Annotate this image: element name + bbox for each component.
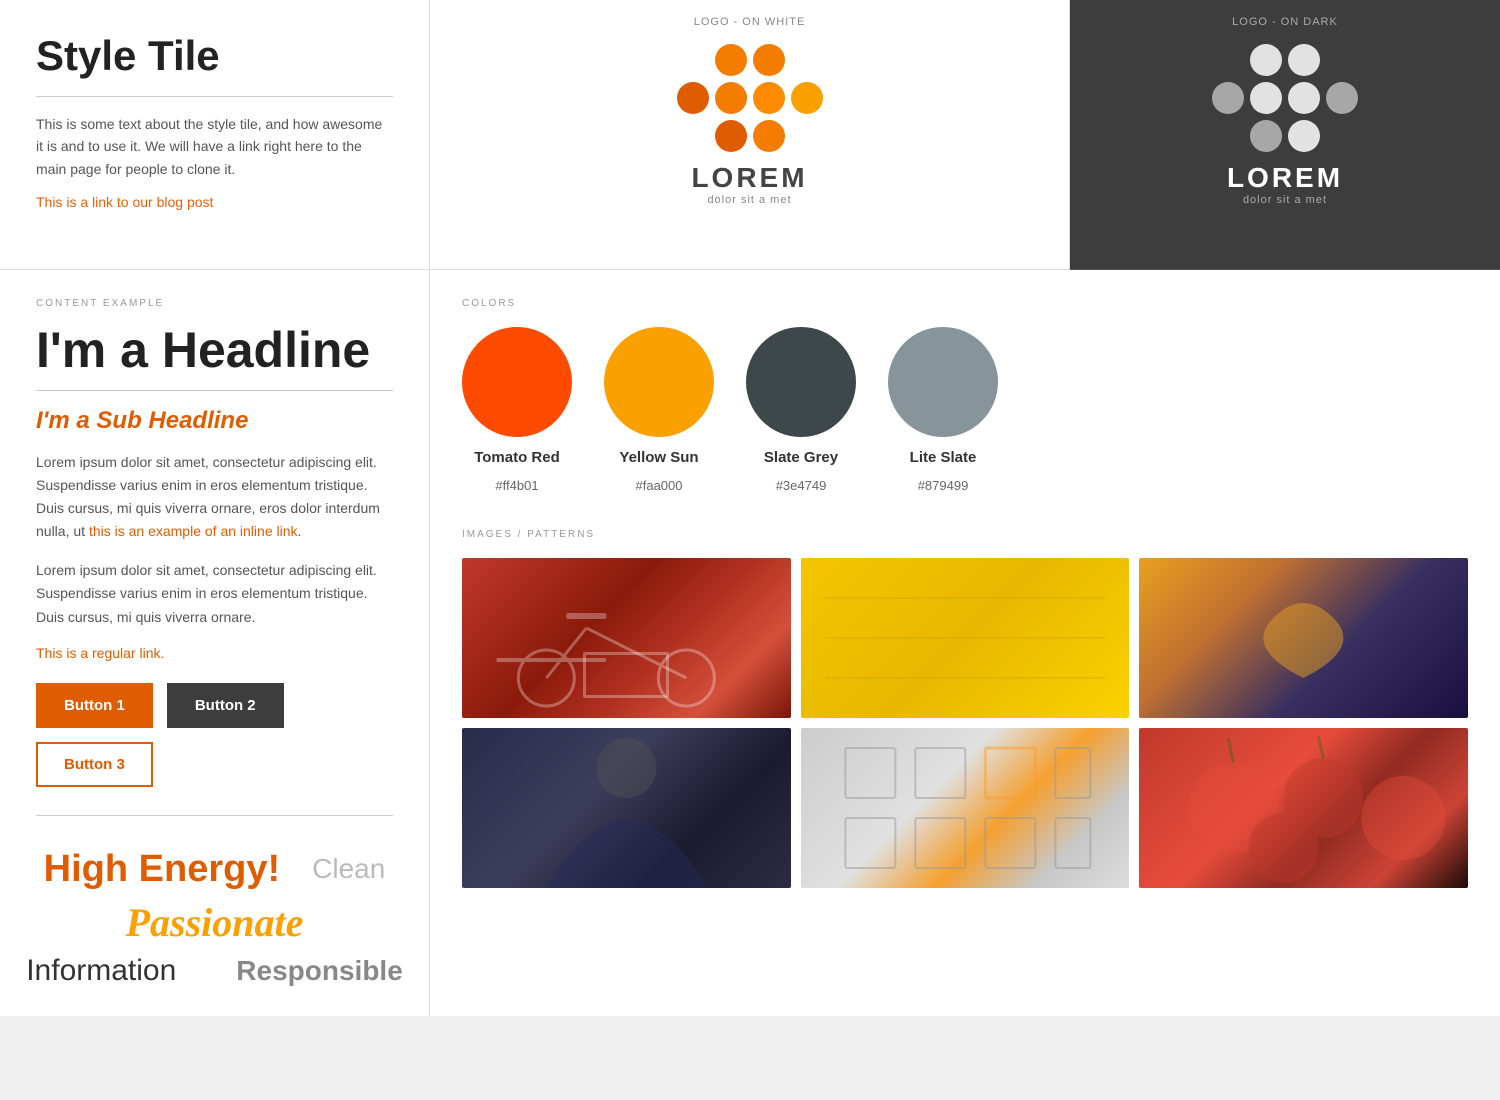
dot [1288,82,1320,114]
page-title: Style Tile [36,32,393,80]
dot [715,82,747,114]
color-name-yellow: Yellow Sun [619,449,698,466]
color-name-lite-slate: Lite Slate [910,449,977,466]
logo-text-white: LOREM dolor sit a met [691,162,807,206]
headline-divider [36,390,393,391]
dot [1288,120,1320,152]
logo-dots-dark [1212,44,1358,152]
colors-section: COLORS Tomato Red #ff4b01 Yellow Sun #fa… [462,298,1468,493]
dot [1212,120,1244,152]
dot [791,120,823,152]
color-name-tomato: Tomato Red [474,449,560,466]
body-text-1: Lorem ipsum dolor sit amet, consectetur … [36,451,393,543]
color-hex-tomato: #ff4b01 [495,478,538,493]
image-red-bike [462,558,791,718]
dot [1250,120,1282,152]
logo-subtext-dark: dolor sit a met [1227,194,1343,206]
dot [677,44,709,76]
color-item-tomato: Tomato Red #ff4b01 [462,327,572,493]
regular-link[interactable]: This is a regular link. [36,645,393,661]
logo-dark-area: LOREM dolor sit a met [1212,44,1358,206]
color-hex-lite-slate: #879499 [918,478,969,493]
logo-dots-white [677,44,823,152]
color-hex-yellow: #faa000 [636,478,683,493]
word-responsible: Responsible [236,955,402,987]
dot [1250,44,1282,76]
image-heart-hands [1139,558,1468,718]
dot [1326,120,1358,152]
color-name-slate: Slate Grey [764,449,838,466]
dot [1212,44,1244,76]
inline-link[interactable]: this is an example of an inline link [89,523,298,539]
blog-link[interactable]: This is a link to our blog post [36,194,213,210]
button-2[interactable]: Button 2 [167,683,284,728]
color-item-slate: Slate Grey #3e4749 [746,327,856,493]
color-hex-slate: #3e4749 [776,478,827,493]
logo-name-dark: LOREM [1227,162,1343,194]
dot [677,120,709,152]
button-1[interactable]: Button 1 [36,683,153,728]
content-section-label: CONTENT EXAMPLE [36,298,393,309]
dot [1326,82,1358,114]
dot [1212,82,1244,114]
dot [715,120,747,152]
words-section: High Energy! Clean Passionate Informatio… [36,838,393,988]
image-building-windows [801,728,1130,888]
dot [1288,44,1320,76]
intro-panel: Style Tile This is some text about the s… [0,0,430,270]
dot [715,44,747,76]
image-yellow-wall [801,558,1130,718]
color-swatch-tomato [462,327,572,437]
dot [753,120,785,152]
word-high-energy: High Energy! [44,848,280,891]
color-swatch-yellow [604,327,714,437]
colors-section-label: COLORS [462,298,1468,309]
logo-dark-label: LOGO - ON DARK [1232,16,1338,28]
buttons-row: Button 1 Button 2 Button 3 [36,683,393,787]
images-section: IMAGES / PATTERNS [462,529,1468,888]
color-item-yellow: Yellow Sun #faa000 [604,327,714,493]
dot [753,44,785,76]
content-panel: CONTENT EXAMPLE I'm a Headline I'm a Sub… [0,270,430,1016]
dot [791,82,823,114]
color-swatch-lite-slate [888,327,998,437]
logo-white-panel: LOGO - ON WHITE LOREM d [430,0,1070,270]
intro-description: This is some text about the style tile, … [36,113,393,180]
image-tomatoes [1139,728,1468,888]
logo-white-label: LOGO - ON WHITE [694,16,806,28]
dot [1250,82,1282,114]
dot [753,82,785,114]
word-passionate: Passionate [126,899,304,946]
dot [677,82,709,114]
logo-name-white: LOREM [691,162,807,194]
logo-text-dark: LOREM dolor sit a met [1227,162,1343,206]
images-section-label: IMAGES / PATTERNS [462,529,1468,540]
logo-subtext-white: dolor sit a met [691,194,807,206]
logo-dark-panel: LOGO - ON DARK LOREM do [1070,0,1500,270]
colors-images-panel: COLORS Tomato Red #ff4b01 Yellow Sun #fa… [430,270,1500,1016]
colors-row: Tomato Red #ff4b01 Yellow Sun #faa000 Sl… [462,327,1468,493]
divider [36,96,393,97]
images-grid [462,558,1468,888]
body-text-2: Lorem ipsum dolor sit amet, consectetur … [36,559,393,628]
image-suit-man [462,728,791,888]
main-headline: I'm a Headline [36,323,393,378]
dot [791,44,823,76]
color-swatch-slate [746,327,856,437]
word-row-2: Information Responsible [26,954,403,988]
dot [1326,44,1358,76]
word-clean: Clean [312,853,385,885]
sub-headline: I'm a Sub Headline [36,407,393,435]
word-information: Information [26,954,176,988]
section-divider-2 [36,815,393,816]
word-row-1: High Energy! Clean [44,848,386,891]
button-3[interactable]: Button 3 [36,742,153,787]
color-item-lite-slate: Lite Slate #879499 [888,327,998,493]
logo-white-area: LOREM dolor sit a met [677,44,823,206]
